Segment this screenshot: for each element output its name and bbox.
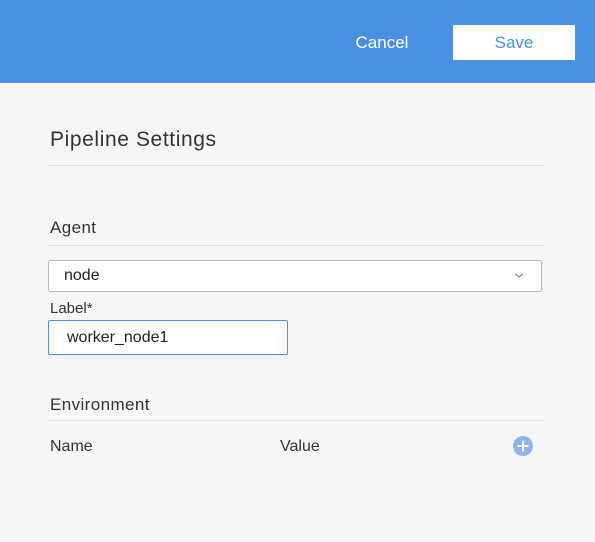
agent-select-value: node <box>64 267 100 284</box>
environment-section-label: Environment <box>50 395 150 414</box>
agent-divider <box>48 245 545 246</box>
chevron-down-icon <box>515 273 523 278</box>
env-column-name: Name <box>50 438 93 455</box>
cancel-button[interactable]: Cancel <box>336 26 428 60</box>
environment-divider <box>48 420 545 421</box>
top-bar: Cancel Save <box>0 0 595 83</box>
title-divider <box>48 165 545 166</box>
agent-select[interactable]: node <box>48 260 542 292</box>
plus-circle-icon[interactable] <box>513 436 533 456</box>
save-button[interactable]: Save <box>453 25 575 60</box>
page-title: Pipeline Settings <box>50 128 217 151</box>
label-field-label: Label* <box>50 300 93 317</box>
label-input[interactable] <box>48 320 288 355</box>
agent-section-label: Agent <box>50 218 97 237</box>
pipeline-settings-page: Cancel Save Pipeline Settings Agent node… <box>0 0 595 542</box>
env-column-value: Value <box>280 438 320 455</box>
